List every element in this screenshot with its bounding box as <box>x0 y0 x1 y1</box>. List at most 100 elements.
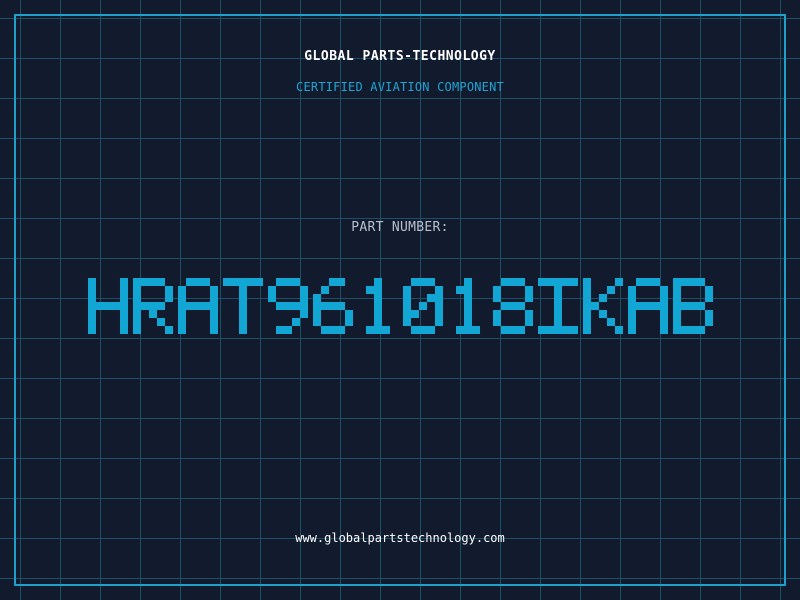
pixel <box>374 302 382 310</box>
pixel <box>292 318 300 326</box>
pixel <box>636 278 644 286</box>
pixel <box>88 326 96 334</box>
pixel <box>345 310 353 318</box>
pixel <box>660 294 668 302</box>
pixel <box>210 310 218 318</box>
pixel <box>337 278 345 286</box>
part-number-pixel-text <box>88 278 713 334</box>
pixel <box>660 318 668 326</box>
pixel <box>149 310 157 318</box>
pixel <box>705 318 713 326</box>
pixel <box>419 278 427 286</box>
pixel <box>628 294 636 302</box>
pixel <box>112 302 120 310</box>
pixel <box>104 302 112 310</box>
pixel <box>615 326 623 334</box>
pixel <box>628 326 636 334</box>
pixel <box>239 310 247 318</box>
pixel <box>538 278 546 286</box>
pixel <box>133 302 141 310</box>
pixel <box>403 310 411 318</box>
pixel <box>615 278 623 286</box>
part-number-char-5 <box>313 278 353 334</box>
pixel <box>599 310 607 318</box>
pixel <box>464 326 472 334</box>
pixel <box>141 278 149 286</box>
pixel <box>456 326 464 334</box>
pixel <box>374 294 382 302</box>
pixel <box>120 286 128 294</box>
pixel <box>493 318 501 326</box>
pixel <box>133 310 141 318</box>
pixel <box>705 310 713 318</box>
pixel <box>493 294 501 302</box>
pixel <box>570 326 578 334</box>
pixel <box>366 286 374 294</box>
label-card: GLOBAL PARTS-TECHNOLOGY CERTIFIED AVIATI… <box>0 0 800 600</box>
pixel <box>157 302 165 310</box>
pixel <box>329 326 337 334</box>
pixel <box>435 294 443 302</box>
pixel <box>628 310 636 318</box>
part-number-char-3 <box>223 278 263 334</box>
pixel <box>223 278 231 286</box>
pixel <box>660 326 668 334</box>
pixel <box>554 302 562 310</box>
pixel <box>276 326 284 334</box>
pixel <box>517 278 525 286</box>
pixel <box>284 278 292 286</box>
part-number-char-8 <box>456 278 480 334</box>
pixel <box>660 286 668 294</box>
pixel <box>562 326 570 334</box>
pixel <box>554 294 562 302</box>
pixel <box>673 294 681 302</box>
pixel <box>120 302 128 310</box>
pixel <box>300 286 308 294</box>
pixel <box>329 278 337 286</box>
pixel <box>660 302 668 310</box>
pixel <box>689 302 697 310</box>
part-number-value <box>0 262 800 342</box>
part-number-char-12 <box>628 278 668 334</box>
pixel <box>96 302 104 310</box>
pixel <box>509 278 517 286</box>
pixel <box>120 278 128 286</box>
pixel <box>411 278 419 286</box>
part-number-char-1 <box>133 278 173 334</box>
pixel <box>88 278 96 286</box>
pixel <box>546 278 554 286</box>
pixel <box>374 278 382 286</box>
pixel <box>644 278 652 286</box>
pixel <box>673 286 681 294</box>
pixel <box>133 278 141 286</box>
pixel <box>501 302 509 310</box>
pixel <box>554 310 562 318</box>
pixel <box>591 302 599 310</box>
pixel <box>464 310 472 318</box>
pixel <box>644 302 652 310</box>
pixel <box>374 326 382 334</box>
pixel <box>255 278 263 286</box>
pixel <box>628 286 636 294</box>
pixel <box>411 310 419 318</box>
pixel <box>517 302 525 310</box>
part-number-char-13 <box>673 278 713 334</box>
pixel <box>165 294 173 302</box>
pixel <box>337 326 345 334</box>
pixel <box>697 302 705 310</box>
pixel <box>321 326 329 334</box>
pixel <box>546 326 554 334</box>
pixel <box>403 302 411 310</box>
pixel <box>382 326 390 334</box>
pixel <box>300 302 308 310</box>
pixel <box>321 302 329 310</box>
pixel <box>525 286 533 294</box>
pixel <box>300 294 308 302</box>
part-number-char-10 <box>538 278 578 334</box>
pixel <box>231 278 239 286</box>
pixel <box>337 302 345 310</box>
part-number-char-2 <box>178 278 218 334</box>
pixel <box>210 318 218 326</box>
pixel <box>435 302 443 310</box>
pixel <box>628 302 636 310</box>
